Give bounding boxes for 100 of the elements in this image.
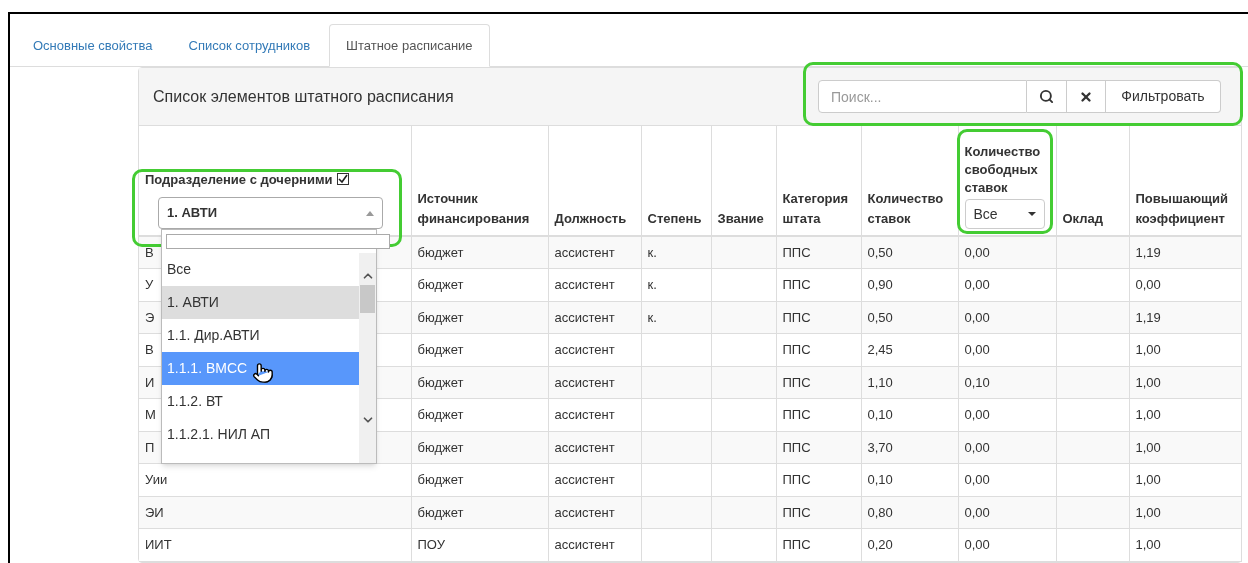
filter-select[interactable]: Все <box>964 199 1045 229</box>
table-cell: 0,20 <box>867 537 893 552</box>
table-cell: М <box>145 407 156 422</box>
search-field[interactable]: Поиск... <box>818 80 1027 113</box>
column-header: Количество ставок <box>867 190 945 228</box>
table-cell: 0,00 <box>964 244 990 260</box>
table-cell: 1,00 <box>1135 537 1161 552</box>
table-cell: ассистент <box>554 407 615 422</box>
table-cell: 0,90 <box>867 277 893 292</box>
close-icon <box>1079 89 1093 104</box>
table-cell: бюджет <box>417 277 464 292</box>
table-cell: 1,19 <box>1135 309 1161 325</box>
table-cell: ППС <box>782 309 811 325</box>
table-cell: 0,00 <box>1135 277 1161 292</box>
table-cell: 0,00 <box>964 537 990 552</box>
table-cell: 0,00 <box>964 309 990 325</box>
table-cell: 0,50 <box>867 309 893 325</box>
table-cell: 0,00 <box>964 472 990 487</box>
table-cell: 1,19 <box>1135 244 1161 260</box>
table-cell: бюджет <box>417 309 464 325</box>
table-cell: ассистент <box>554 472 615 487</box>
table-cell: 1,00 <box>1135 439 1161 455</box>
dropdown-search-field[interactable] <box>166 234 390 249</box>
table-cell: 1,00 <box>1135 472 1161 487</box>
scrollbar-thumb[interactable] <box>360 285 375 313</box>
table-cell: ППС <box>782 472 811 487</box>
table-cell: бюджет <box>417 407 464 422</box>
table-cell: ассистент <box>554 374 615 390</box>
search-icon <box>1039 89 1054 104</box>
subdivision-select[interactable]: 1. АВТИ <box>158 197 383 229</box>
table-cell: 0,10 <box>964 374 990 390</box>
column-header: Категория штата <box>782 190 850 228</box>
clear-button[interactable] <box>1067 80 1106 113</box>
table-cell: ППС <box>782 537 811 552</box>
tab[interactable]: Основные свойства <box>16 24 170 67</box>
table-cell: 0,80 <box>867 504 893 520</box>
table-cell: ассистент <box>554 309 615 325</box>
table-cell: Уии <box>145 472 168 487</box>
table-cell: 2,45 <box>867 342 893 357</box>
column-header: Оклад <box>1062 210 1105 228</box>
panel-title: Список элементов штатного расписания <box>153 86 454 107</box>
table-cell: ассистент <box>554 537 615 552</box>
table-cell: 0,00 <box>964 407 990 422</box>
table-cell: к. <box>647 244 657 260</box>
table-cell: ППС <box>782 342 811 357</box>
filter-button[interactable]: Фильтровать <box>1106 80 1221 113</box>
table-cell: ППС <box>782 407 811 422</box>
table-cell: 1,00 <box>1135 407 1161 422</box>
tab[interactable]: Штатное расписание <box>329 24 490 67</box>
table-cell: 0,10 <box>867 472 893 487</box>
table-cell: ПОУ <box>417 537 445 552</box>
table-cell: 0,00 <box>964 277 990 292</box>
table-cell: 1,00 <box>1135 374 1161 390</box>
column-header: Источник финансирования <box>417 190 531 228</box>
table-cell: 0,00 <box>964 342 990 357</box>
table-cell: 3,70 <box>867 439 893 455</box>
table-cell: 1,00 <box>1135 342 1161 357</box>
table-cell: бюджет <box>417 439 464 455</box>
table-cell: И <box>145 374 155 390</box>
table-cell: бюджет <box>417 472 464 487</box>
table-cell: 0,50 <box>867 244 893 260</box>
table-cell: Э <box>145 309 155 325</box>
tab[interactable]: Список сотрудников <box>171 24 328 67</box>
table-cell: ППС <box>782 244 811 260</box>
column-header: Количество свободных ставок <box>964 143 1042 197</box>
column-header: Повышающий коэффициент <box>1135 190 1229 228</box>
table-cell: 1,00 <box>1135 504 1161 520</box>
table-cell: бюджет <box>417 342 464 357</box>
scrollbar[interactable] <box>359 253 376 463</box>
table-cell: ППС <box>782 277 811 292</box>
search-button[interactable] <box>1027 80 1067 113</box>
table-cell: ассистент <box>554 504 615 520</box>
column-header: Должность <box>554 210 628 228</box>
table-cell: 1,10 <box>867 374 893 390</box>
table-cell: ассистент <box>554 439 615 455</box>
table-cell: В <box>145 342 154 357</box>
table-cell: 0,00 <box>964 439 990 455</box>
table-cell: П <box>145 439 155 455</box>
column-header: Степень <box>647 210 703 228</box>
table-cell: В <box>145 244 154 260</box>
table-cell: ассистент <box>554 277 615 292</box>
check-icon <box>337 174 348 185</box>
table-cell: 0,10 <box>867 407 893 422</box>
checkbox[interactable] <box>336 173 349 186</box>
caret-up-icon <box>366 210 374 216</box>
dropdown-option[interactable]: 1. АВТИ <box>162 286 359 319</box>
table-cell: ассистент <box>554 342 615 357</box>
table-cell: ассистент <box>554 244 615 260</box>
table-cell: ППС <box>782 504 811 520</box>
column-header: Подразделение с дочерними <box>145 170 333 189</box>
column-header: Звание <box>717 210 765 228</box>
table-cell: к. <box>647 309 657 325</box>
hand-cursor-icon <box>252 362 274 384</box>
table-cell: бюджет <box>417 504 464 520</box>
table-cell: к. <box>647 277 657 292</box>
table-cell: ППС <box>782 439 811 455</box>
table-cell: У <box>145 277 154 292</box>
table-cell: 0,00 <box>964 504 990 520</box>
table-cell: бюджет <box>417 244 464 260</box>
caret-down-icon <box>1027 212 1036 216</box>
